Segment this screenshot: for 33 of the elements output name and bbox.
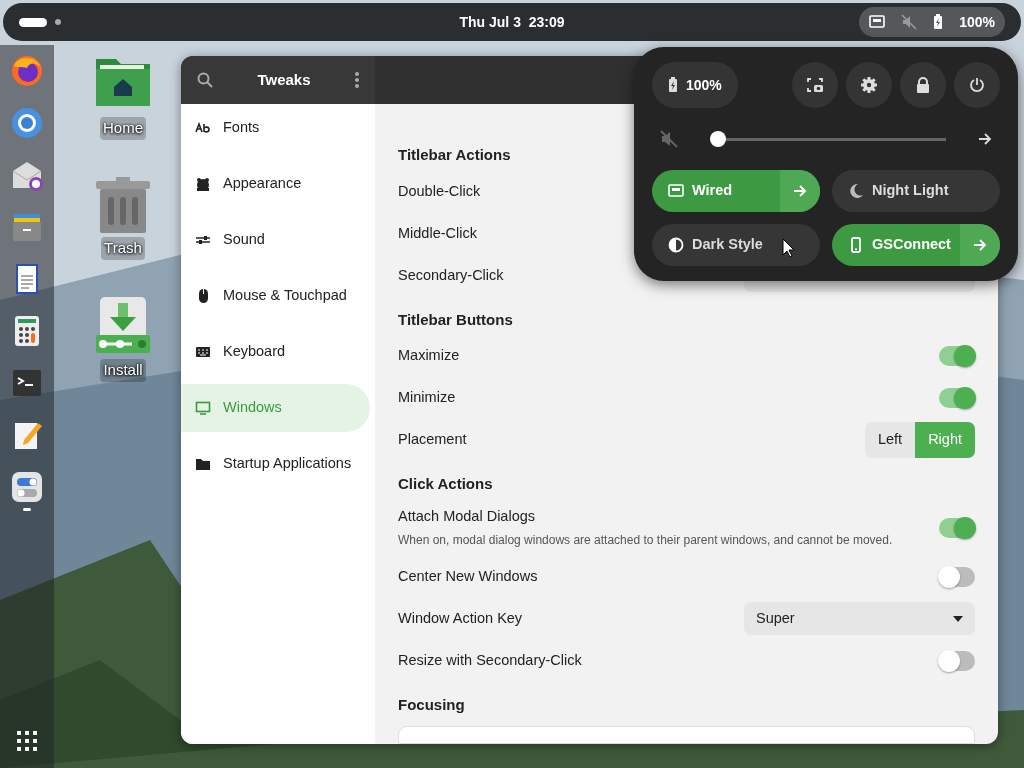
setting-description: When on, modal dialog windows are attached to their parent windows, and cannot be moved. — [398, 532, 893, 550]
section-heading: Focusing — [398, 694, 465, 715]
window-title: Tweaks — [257, 69, 311, 90]
sidebar-item[interactable]: Sound — [181, 216, 370, 264]
setting-label: Maximize — [398, 346, 460, 366]
setting-label: Window Action Key — [398, 608, 523, 628]
dropdown[interactable]: Super — [744, 602, 975, 635]
setting-label: Double-Click — [398, 181, 481, 201]
desktop-icon-label[interactable]: Install — [100, 359, 146, 382]
setting-label: Resize with Secondary-Click — [398, 650, 582, 670]
section-heading: Titlebar Buttons — [398, 309, 513, 330]
battery-percentage: 100% — [959, 12, 995, 32]
segment-button[interactable]: Left — [864, 422, 916, 458]
toggle-tile[interactable]: Dark Style — [652, 224, 820, 266]
setting-label: Attach Modal Dialogs — [398, 506, 536, 526]
setting-label: Middle-Click — [398, 223, 477, 243]
battery-button[interactable]: 100% — [652, 62, 738, 108]
section-heading: Click Actions — [398, 474, 493, 494]
toggle-tile[interactable]: GSConnect — [832, 224, 1000, 266]
status-menu[interactable]: 100% — [859, 7, 1005, 37]
sidebar-item[interactable]: Keyboard — [181, 328, 370, 376]
setting-label: Secondary-Click — [398, 265, 504, 285]
toggle-tile[interactable]: Night Light — [832, 170, 1000, 212]
clock[interactable]: Thu Jul 3 23:09 — [412, 3, 612, 41]
sidebar-item[interactable]: Appearance — [181, 160, 370, 208]
setting-label: Minimize — [398, 388, 456, 408]
toggle-tile[interactable]: Wired — [652, 170, 820, 212]
setting-label: Center New Windows — [398, 566, 538, 586]
sidebar-item[interactable]: Startup Applications — [181, 440, 370, 488]
section-heading: Titlebar Actions — [398, 145, 511, 165]
sidebar-item[interactable]: Mouse & Touchpad — [181, 272, 370, 320]
sidebar-item[interactable]: Fonts — [181, 104, 370, 152]
setting-label: Placement — [398, 430, 467, 450]
